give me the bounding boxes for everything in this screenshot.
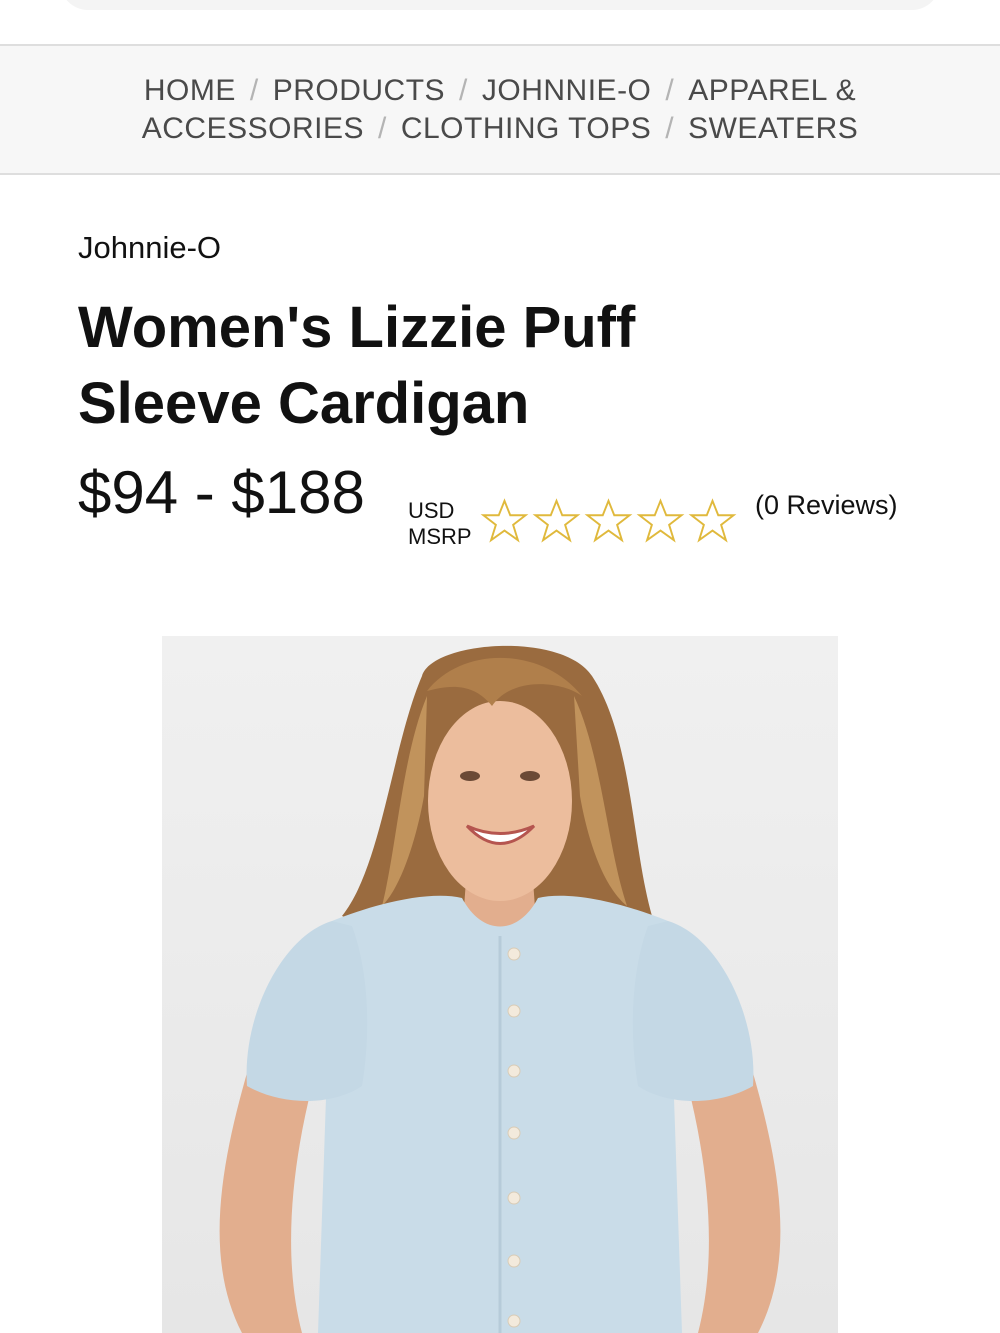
- star-icon: [688, 498, 737, 543]
- breadcrumb-home[interactable]: HOME: [144, 74, 236, 107]
- breadcrumb-johnnie-o[interactable]: JOHNNIE-O: [482, 74, 652, 107]
- product-title: Women's Lizzie Puff Sleeve Cardigan: [78, 295, 636, 436]
- msrp-label: MSRP: [408, 524, 472, 549]
- star-icon: [584, 498, 633, 543]
- breadcrumb-separator: /: [459, 73, 468, 107]
- breadcrumb-separator: /: [665, 111, 675, 145]
- reviews-link[interactable]: (0 Reviews): [755, 478, 915, 532]
- breadcrumb-separator: /: [377, 111, 387, 145]
- star-icon: [636, 498, 685, 543]
- model-wearing-cardigan-illustration: [162, 636, 838, 1333]
- star-rating[interactable]: [480, 498, 737, 544]
- breadcrumb-bar: HOME / PRODUCTS / JOHNNIE-O / APPAREL & ACCESS…: [0, 44, 1000, 175]
- star-icon: [480, 498, 529, 543]
- breadcrumb-separator: /: [665, 73, 675, 107]
- currency-label: USD MSRP: [408, 498, 472, 550]
- star-icon: [532, 498, 581, 543]
- search-bar-edge[interactable]: [60, 0, 940, 10]
- breadcrumb-products[interactable]: PRODUCTS: [273, 74, 445, 107]
- product-photo[interactable]: [162, 636, 838, 1333]
- product-brand[interactable]: Johnnie-O: [78, 230, 221, 266]
- breadcrumb: HOME / PRODUCTS / JOHNNIE-O / APPAREL & ACCESS…: [100, 72, 900, 148]
- breadcrumb-sweaters[interactable]: SWEATERS: [688, 112, 858, 145]
- breadcrumb-clothing-tops[interactable]: CLOTHING TOPS: [401, 112, 651, 145]
- price-range: $94 - $188: [78, 459, 365, 526]
- currency-code: USD: [408, 498, 455, 523]
- breadcrumb-separator: /: [249, 73, 259, 107]
